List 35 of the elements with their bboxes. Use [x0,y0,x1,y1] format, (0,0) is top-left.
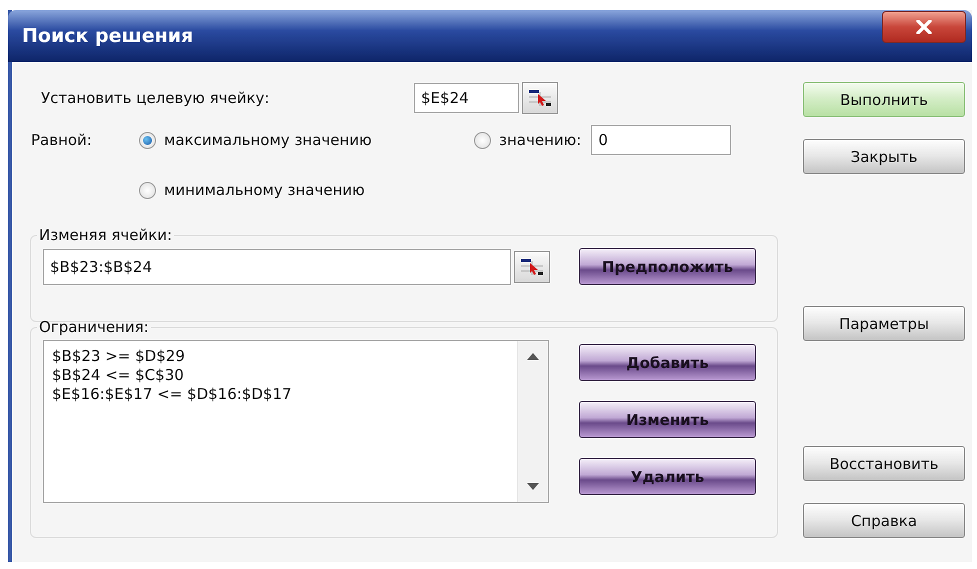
radio-option[interactable]: значению: [474,131,582,149]
scroll-down-icon[interactable] [527,483,539,490]
scrollbar[interactable] [517,341,548,502]
group-label: Изменяя ячейки: [38,226,174,244]
field-label: Установить целевую ячейку: [41,89,270,107]
dialog-button[interactable]: Закрыть [803,139,965,174]
cell-reference-button[interactable] [522,82,558,114]
changing-cells-field[interactable]: $B$23:$B$24 [43,248,511,284]
radio-label: значению: [499,131,582,149]
dialog-button[interactable]: Параметры [803,306,965,341]
dialog-button[interactable]: Добавить [579,344,756,381]
dialog-button[interactable]: Предположить [579,248,756,285]
constraint-item[interactable]: $B$24 <= $C$30 [52,366,509,385]
target-cell-field[interactable]: $E$24 [414,83,519,113]
radio-button[interactable] [139,132,156,148]
dialog-button[interactable]: Выполнить [803,82,965,117]
radio-button[interactable] [139,182,156,198]
dialog-button[interactable]: Удалить [579,458,756,495]
close-icon [916,20,932,34]
radio-button[interactable] [474,132,491,148]
constraints-list[interactable]: $B$23 >= $D$29 $B$24 <= $C$30 $E$16:$E$17 <= $D$16:$D$17 [43,340,549,503]
window-title: Поиск решения [22,25,194,47]
dialog-button[interactable]: Справка [803,503,965,538]
dialog-button[interactable]: Восстановить [803,446,965,481]
dialog-button[interactable]: Изменить [579,401,756,438]
cell-reference-icon [527,88,553,108]
constraint-item[interactable]: $B$23 >= $D$29 [52,347,509,366]
cell-reference-button[interactable] [514,250,550,282]
close-button[interactable] [882,11,966,43]
scroll-up-icon[interactable] [527,353,539,360]
constraint-item[interactable]: $E$16:$E$17 <= $D$16:$D$17 [52,385,509,404]
group-label: Ограничения: [38,318,150,336]
cell-reference-icon [519,256,545,276]
field-label: Равной: [31,131,93,149]
value-field[interactable]: 0 [591,125,732,155]
